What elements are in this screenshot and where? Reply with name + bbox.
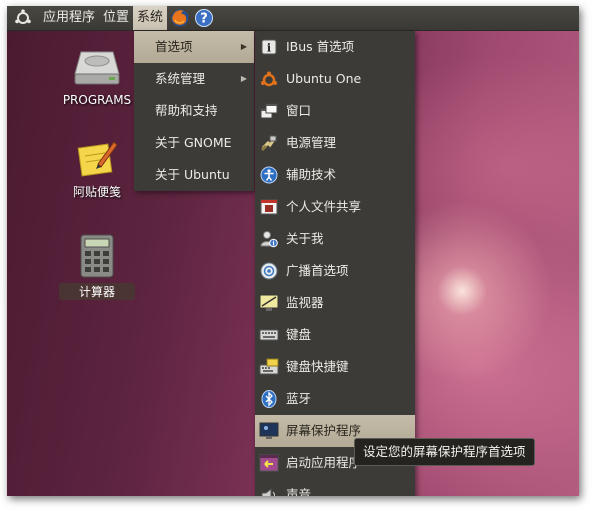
menu-item-keyboard-shortcuts[interactable]: 键盘快捷键 [255, 351, 415, 383]
keyboard-shortcut-icon [259, 358, 279, 376]
menu-item-broadcast[interactable]: 广播首选项 [255, 255, 415, 287]
menu-item-keyboard[interactable]: 键盘 [255, 319, 415, 351]
monitor-icon [259, 294, 279, 312]
menu-item-label: 启动应用程序 [286, 455, 362, 470]
menu-item-ubuntu-one[interactable]: Ubuntu One [255, 63, 415, 95]
menu-item-label: 关于 Ubuntu [155, 167, 230, 182]
menu-item-preferences[interactable]: 首选项 ▶ [134, 31, 254, 63]
sound-icon [259, 486, 279, 496]
menu-item-label: 电源管理 [286, 135, 337, 150]
submenu-arrow-icon: ▶ [240, 42, 247, 51]
menu-item-label: 辅助技术 [286, 167, 337, 182]
menu-item-about-gnome[interactable]: 关于 GNOME [134, 127, 254, 159]
preferences-submenu: i IBus 首选项 Ubuntu One 窗口 电源管理 辅助技术 个人文件共… [255, 31, 415, 496]
menu-item-label: 键盘快捷键 [286, 359, 349, 374]
desktop-screen: 应用程序 位置 系统 ? PROGRAMS 阿贴便笺 计算器 首选项 ▶ 系统管… [7, 6, 579, 496]
menu-item-label: 键盘 [286, 327, 312, 342]
menu-item-label: 帮助和支持 [155, 103, 218, 118]
ubuntu-logo-icon[interactable] [12, 7, 34, 29]
places-menu[interactable]: 位置 [99, 6, 133, 30]
menu-item-windows[interactable]: 窗口 [255, 95, 415, 127]
menu-item-accessibility[interactable]: 辅助技术 [255, 159, 415, 191]
ubuntu-one-icon [259, 70, 279, 88]
help-icon[interactable]: ? [193, 7, 215, 29]
menu-item-sound[interactable]: 声音 [255, 479, 415, 496]
tooltip: 设定您的屏幕保护程序首选项 [354, 438, 535, 466]
top-panel: 应用程序 位置 系统 ? [7, 6, 579, 31]
desktop-icon-calculator[interactable]: 计算器 [59, 234, 135, 300]
menu-item-label: 屏幕保护程序 [286, 423, 362, 438]
calculator-icon [80, 234, 114, 278]
submenu-arrow-icon: ▶ [240, 74, 247, 83]
menu-item-label: 关于 GNOME [155, 135, 232, 150]
menu-item-label: 蓝牙 [286, 391, 312, 406]
screensaver-icon [259, 422, 279, 440]
windows-icon [259, 102, 279, 120]
menu-item-about-me[interactable]: i 关于我 [255, 223, 415, 255]
accessibility-icon [259, 166, 279, 184]
menu-item-label: IBus 首选项 [286, 39, 355, 54]
desktop-icon-label: PROGRAMS [62, 93, 132, 107]
menu-item-file-sharing[interactable]: 个人文件共享 [255, 191, 415, 223]
about-me-icon: i [259, 230, 279, 248]
menu-item-label: 关于我 [286, 231, 324, 246]
menu-item-help[interactable]: 帮助和支持 [134, 95, 254, 127]
system-dropdown: 首选项 ▶ 系统管理 ▶ 帮助和支持 关于 GNOME 关于 Ubuntu [134, 31, 254, 191]
menu-item-ibus[interactable]: i IBus 首选项 [255, 31, 415, 63]
system-menu[interactable]: 系统 [133, 6, 168, 30]
menu-item-bluetooth[interactable]: 蓝牙 [255, 383, 415, 415]
keyboard-icon [259, 326, 279, 344]
desktop-icon-label: 计算器 [59, 283, 135, 300]
menu-item-label: 个人文件共享 [286, 199, 362, 214]
menu-item-label: 窗口 [286, 103, 312, 118]
menu-item-label: 声音 [286, 487, 312, 496]
notepad-icon [77, 141, 118, 177]
file-share-icon [259, 198, 279, 216]
menu-item-about-ubuntu[interactable]: 关于 Ubuntu [134, 159, 254, 191]
menu-item-label: 监视器 [286, 295, 324, 310]
desktop-icon-programs[interactable]: PROGRAMS [59, 48, 135, 107]
menu-item-label: Ubuntu One [286, 71, 362, 86]
desktop-icon-notes[interactable]: 阿贴便笺 [59, 136, 135, 200]
menu-item-label: 系统管理 [155, 71, 206, 86]
firefox-icon[interactable] [169, 7, 191, 29]
applications-menu[interactable]: 应用程序 [39, 6, 99, 30]
broadcast-icon [259, 262, 279, 280]
desktop-icon-label: 阿贴便笺 [72, 185, 121, 199]
menu-item-power[interactable]: 电源管理 [255, 127, 415, 159]
power-icon [259, 134, 279, 152]
menu-item-label: 首选项 [155, 39, 193, 54]
bluetooth-icon [259, 390, 279, 408]
svg-text:?: ? [200, 12, 208, 27]
svg-text:i: i [267, 42, 271, 55]
menu-item-label: 广播首选项 [286, 263, 349, 278]
menu-item-monitor[interactable]: 监视器 [255, 287, 415, 319]
menu-item-administration[interactable]: 系统管理 ▶ [134, 63, 254, 95]
hard-drive-icon [74, 51, 120, 85]
startup-icon [259, 454, 279, 472]
info-icon: i [259, 38, 279, 56]
